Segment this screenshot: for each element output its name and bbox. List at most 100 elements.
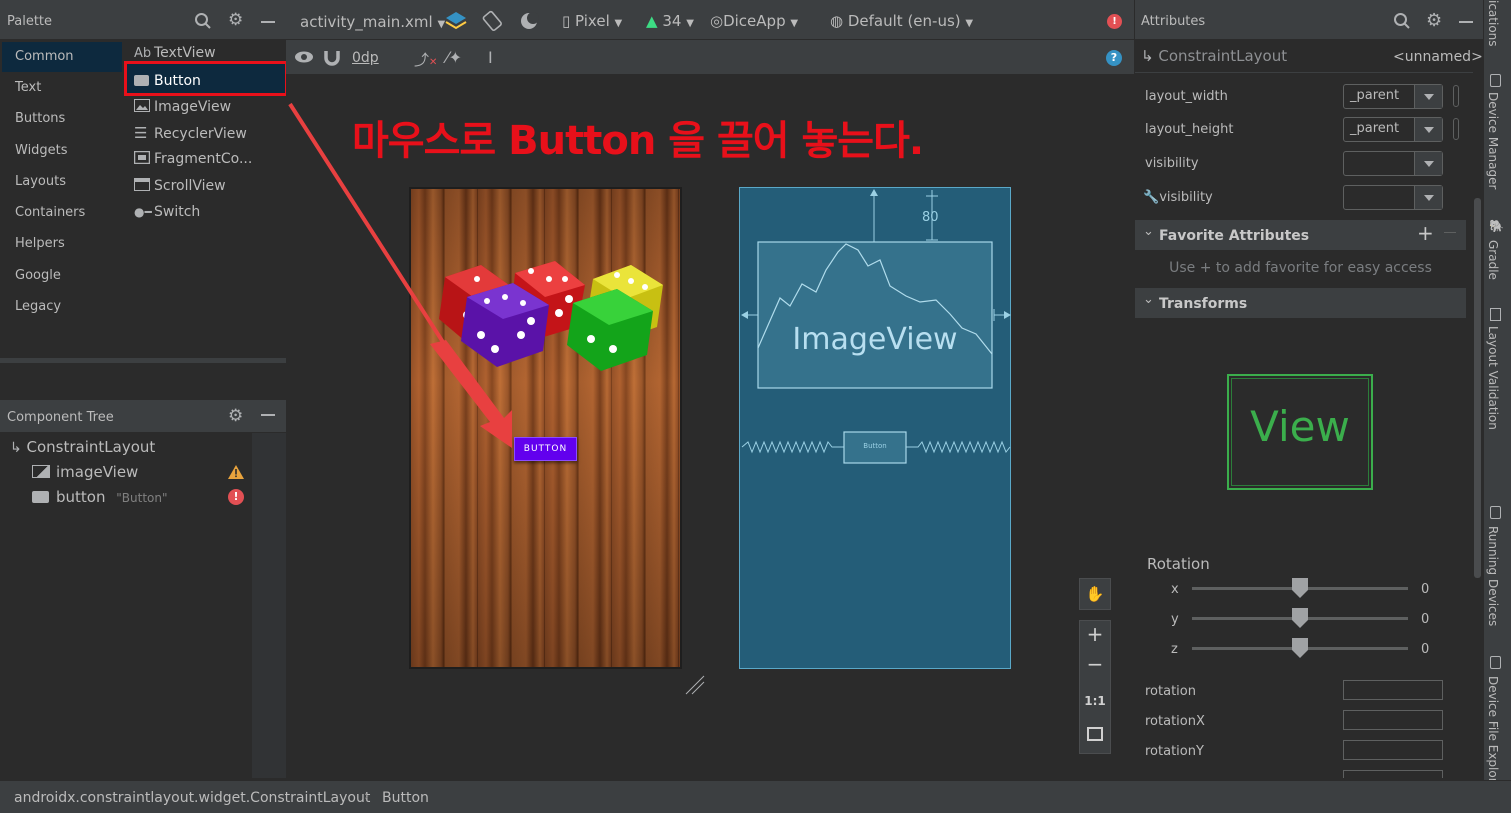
blueprint-view[interactable]: ImageView 80 Button [739,187,1011,669]
attr-label-tools-visibility: 🔧visibility [1143,190,1213,205]
palette-item-recyclerview[interactable]: ☰ RecyclerView [134,120,247,146]
side-tab-gradle[interactable]: Gradle [1486,240,1500,280]
help-icon[interactable]: ? [1106,50,1122,66]
palette-item-button[interactable]: Button [134,68,201,94]
running-devices-icon [1490,506,1501,519]
rotation-z-thumb[interactable] [1292,638,1308,658]
tree-node-root[interactable]: ↳ ConstraintLayout [10,438,155,456]
tree-body [0,433,252,778]
category-helpers[interactable]: Helpers [2,229,122,259]
side-tab-running-devices[interactable]: Running Devices [1486,526,1500,626]
pan-hand-icon[interactable]: ✋ [1079,578,1111,610]
layers-icon[interactable] [444,10,468,32]
clear-constraints-icon[interactable]: ⤴✕ [414,49,437,70]
search-icon[interactable] [194,12,212,30]
warning-icon[interactable] [227,464,245,480]
constraint-layout-icon: ↳ [10,440,22,456]
attr-label-layout-width: layout_width [1145,89,1228,104]
zoom-fit-icon[interactable] [1087,727,1103,741]
chevron-down-icon [1414,152,1442,175]
visibility-dropdown[interactable] [1343,151,1443,176]
orientation-icon[interactable] [481,10,505,32]
default-margin[interactable]: 0dp [352,50,379,66]
gear-icon[interactable]: ⚙ [228,406,243,426]
search-icon[interactable] [1393,12,1411,30]
side-tab-notifications[interactable]: ications [1486,0,1500,47]
chevron-down-icon: ▼ [686,18,694,29]
magnet-icon[interactable] [323,49,341,66]
minimize-icon[interactable] [261,414,275,416]
palette-item-switch[interactable]: ●━ Switch [134,199,200,225]
chevron-down-icon [1414,118,1442,141]
zoom-in-icon[interactable]: + [1079,622,1111,652]
attr-label-rotation-y: rotationY [1145,744,1204,759]
api-selector[interactable]: ▲ 34 ▼ [646,12,694,30]
palette-item-imageview[interactable]: ImageView [134,94,231,120]
attr-toggle[interactable] [1453,85,1459,107]
rotation-y-value: 0 [1421,612,1430,627]
theme-selector[interactable]: ◎DiceApp ▼ [710,12,798,30]
tree-title: Component Tree [7,410,114,425]
file-tab[interactable]: activity_main.xml ▼ [300,13,445,31]
tree-node-button[interactable]: button "Button" [32,488,168,506]
component-id[interactable]: <unnamed> [1393,49,1483,65]
remove-icon[interactable] [1444,232,1456,233]
category-widgets[interactable]: Widgets [2,136,122,166]
rotation-x-thumb[interactable] [1292,578,1308,598]
palette-item-fragment[interactable]: FragmentCo... [133,146,252,172]
error-icon[interactable]: ! [228,489,244,505]
category-legacy[interactable]: Legacy [2,292,122,322]
favorites-section-header[interactable]: ⌄ Favorite Attributes + [1135,220,1466,250]
phone-icon: ▯ [562,12,571,30]
blueprint-imageview-label: ImageView [792,322,958,357]
next-input[interactable] [1343,770,1443,778]
layout-width-dropdown[interactable]: _parent [1343,84,1443,109]
breadcrumb-button[interactable]: Button [382,790,429,806]
minimize-icon[interactable] [1459,21,1473,23]
rotation-y-input[interactable] [1343,740,1443,760]
component-name: ↳ ConstraintLayout [1141,47,1288,65]
zoom-out-icon[interactable]: − [1079,652,1111,682]
resize-handle-icon[interactable] [684,674,706,696]
rotation-x-input[interactable] [1343,710,1443,730]
category-text[interactable]: Text [2,73,122,103]
category-buttons[interactable]: Buttons [2,104,122,134]
add-icon[interactable]: + [1417,221,1434,245]
category-containers[interactable]: Containers [2,198,122,228]
locale-selector[interactable]: ◍ Default (en-us) ▼ [830,12,973,30]
palette-item-scrollview[interactable]: ScrollView [134,173,226,199]
guidelines-icon[interactable]: Ⅰ [488,48,493,67]
device-file-explorer-icon [1490,656,1501,669]
fragment-icon [133,146,154,172]
rotation-y-thumb[interactable] [1292,608,1308,628]
list-icon: ☰ [134,124,148,142]
attr-label-layout-height: layout_height [1145,122,1234,137]
gear-icon[interactable]: ⚙ [1426,10,1442,31]
gear-icon[interactable]: ⚙ [228,12,243,29]
layout-height-dropdown[interactable]: _parent [1343,117,1443,142]
magic-wand-icon[interactable]: ⁄✦ [446,48,462,67]
rotation-input[interactable] [1343,680,1443,700]
rotation-x-label: x [1171,582,1179,597]
device-selector[interactable]: ▯ Pixel ▼ [562,12,622,30]
eye-icon[interactable] [294,50,314,64]
tools-visibility-dropdown[interactable] [1343,185,1443,210]
breadcrumb-layout[interactable]: androidx.constraintlayout.widget.Constra… [14,790,370,806]
attributes-scroll-track[interactable] [1473,40,1483,780]
attr-toggle[interactable] [1453,118,1459,140]
side-tab-device-manager[interactable]: Device Manager [1486,92,1500,189]
category-layouts[interactable]: Layouts [2,167,122,197]
editor-tabbar: activity_main.xml ▼ ▯ Pixel ▼ ▲ 34 ▼ ◎Di… [286,0,1134,40]
error-icon[interactable]: ! [1107,14,1122,29]
side-tab-device-file-explorer[interactable]: Device File Explorer [1486,676,1500,795]
night-mode-icon[interactable] [519,10,541,32]
tree-node-imageview[interactable]: imageView [32,463,138,481]
category-google[interactable]: Google [2,261,122,291]
category-common[interactable]: Common [2,42,122,72]
scrollbar-thumb[interactable] [1474,198,1481,578]
side-tab-layout-validation[interactable]: Layout Validation [1486,326,1500,430]
transforms-section-header[interactable]: ⌄ Transforms [1135,288,1466,318]
zoom-actual-size[interactable]: 1:1 [1079,694,1111,708]
minimize-icon[interactable] [261,21,275,23]
chevron-down-icon: ⌄ [1143,224,1154,239]
